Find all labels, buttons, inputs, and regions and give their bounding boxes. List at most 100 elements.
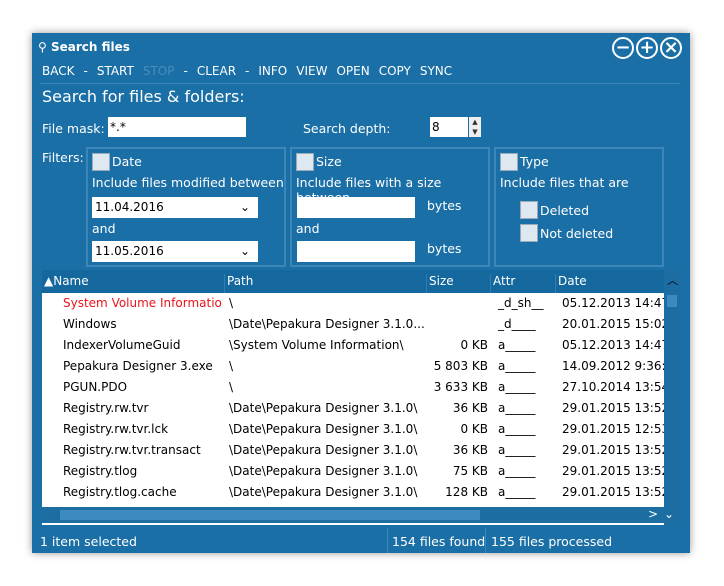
menu-start[interactable]: START	[97, 64, 134, 78]
menu-copy[interactable]: COPY	[379, 64, 411, 78]
menu-back[interactable]: BACK	[42, 64, 74, 78]
cell-date: 29.01.2015 13:52:	[562, 401, 664, 415]
scroll-up-icon[interactable]: ︿	[667, 272, 678, 288]
status-bar: 1 item selected 154 files found 155 file…	[32, 528, 690, 553]
search-depth-input[interactable]	[430, 117, 468, 137]
cell-attr: a_____	[498, 401, 536, 415]
page-heading: Search for files & folders:	[42, 87, 245, 106]
and-label: and	[92, 221, 116, 236]
cell-size: 36 KB	[452, 401, 488, 415]
scroll-thumb[interactable]	[60, 510, 480, 520]
column-size[interactable]: Size	[426, 274, 491, 293]
deleted-label: Deleted	[540, 203, 590, 218]
size-filter-panel: Size Include files with a size between b…	[290, 147, 490, 267]
date-filter-panel: Date Include files modified between 11.0…	[86, 147, 286, 267]
type-checkbox[interactable]	[500, 153, 518, 171]
cell-attr: a_____	[498, 422, 536, 436]
menu-separator: -	[183, 64, 188, 78]
cell-path: \Date\Pepakura Designer 3.1.0\	[229, 401, 418, 415]
date-checkbox[interactable]	[92, 153, 110, 171]
search-depth-spinner[interactable]: ▲ ▼	[469, 117, 481, 137]
cell-path: \	[229, 296, 234, 310]
bytes-label: bytes	[427, 241, 462, 256]
menu-stop[interactable]: STOP	[143, 64, 175, 78]
scroll-thumb[interactable]	[667, 295, 677, 307]
cell-attr: a_____	[498, 443, 536, 457]
search-depth-label: Search depth:	[303, 121, 391, 136]
column-date[interactable]: Date	[555, 274, 666, 293]
file-mask-input[interactable]	[108, 117, 246, 137]
chevron-down-icon: ⌄	[239, 200, 250, 214]
size-min-input[interactable]	[297, 197, 415, 218]
horizontal-scrollbar[interactable]: > ⌄	[42, 507, 680, 523]
table-row[interactable]: IndexerVolumeGuid \System Volume Informa…	[42, 335, 664, 356]
column-path[interactable]: Path	[224, 274, 427, 293]
cell-path: \System Volume Information\	[229, 338, 404, 352]
cell-name: Registry.rw.tvr.lck	[63, 422, 169, 436]
scroll-right-icon[interactable]: >	[648, 507, 658, 521]
cell-date: 05.12.2013 14:47:	[562, 296, 664, 310]
deleted-checkbox[interactable]	[520, 201, 538, 219]
cell-date: 14.09.2012 9:36:3	[562, 359, 664, 373]
cell-date: 20.01.2015 15:02:	[562, 317, 664, 331]
table-row[interactable]: Registry.tlog.cache \Date\Pepakura Desig…	[42, 482, 664, 503]
cell-attr: _d_sh__	[498, 296, 544, 310]
table-row[interactable]: PGUN.PDO \ 3 633 KB a_____ 27.10.2014 13…	[42, 377, 664, 398]
files-found-status: 154 files found	[392, 534, 486, 549]
date-to-select[interactable]: 11.05.2016 ⌄	[92, 241, 258, 262]
chevron-down-icon: ⌄	[239, 244, 250, 258]
menu-sync[interactable]: SYNC	[420, 64, 452, 78]
size-label: Size	[316, 154, 342, 169]
size-checkbox[interactable]	[296, 153, 314, 171]
cell-attr: _d____	[498, 317, 536, 331]
search-files-window: ⚲ Search files − + × BACK - START STOP - CLEA…	[32, 33, 690, 553]
column-attr[interactable]: Attr	[490, 274, 555, 293]
close-button[interactable]: ×	[660, 37, 682, 59]
cell-attr: a_____	[498, 359, 536, 373]
table-row[interactable]: Registry.rw.tvr.transact \Date\Pepakura …	[42, 440, 664, 461]
menu-open[interactable]: OPEN	[336, 64, 369, 78]
date-from-value: 11.04.2016	[95, 200, 164, 214]
cell-size: 128 KB	[445, 485, 488, 499]
table-row[interactable]: Registry.rw.tvr \Date\Pepakura Designer …	[42, 398, 664, 419]
cell-path: \Date\Pepakura Designer 3.1.0\	[229, 485, 418, 499]
not-deleted-checkbox[interactable]	[520, 224, 538, 242]
toolbar-menu: BACK - START STOP - CLEAR - INFO VIEW OPEN COPY SYN…	[42, 64, 461, 78]
cell-name: Registry.tlog	[63, 464, 138, 478]
cell-date: 29.01.2015 13:52:	[562, 443, 664, 457]
minimize-button[interactable]: −	[612, 37, 634, 59]
date-from-select[interactable]: 11.04.2016 ⌄	[92, 197, 258, 218]
cell-date: 05.12.2013 14:47:	[562, 338, 664, 352]
cell-name: Registry.tlog.cache	[63, 485, 177, 499]
size-max-input[interactable]	[297, 241, 415, 262]
and-label: and	[296, 221, 320, 236]
vertical-scrollbar[interactable]: ︿ ﹀	[664, 270, 680, 525]
maximize-icon: +	[639, 37, 655, 58]
menu-clear[interactable]: CLEAR	[197, 64, 236, 78]
menu-separator: -	[83, 64, 88, 78]
cell-name: Registry.rw.tvr	[63, 401, 149, 415]
selection-status: 1 item selected	[40, 534, 137, 549]
cell-name: PGUN.PDO	[63, 380, 128, 394]
menu-info[interactable]: INFO	[258, 64, 287, 78]
cell-name: IndexerVolumeGuid	[63, 338, 181, 352]
column-name[interactable]: ▲Name	[42, 274, 89, 293]
cell-name: System Volume Information	[63, 296, 223, 310]
search-icon: ⚲	[38, 40, 47, 54]
table-row[interactable]: System Volume Information \ _d_sh__ 05.1…	[42, 293, 664, 314]
cell-date: 29.01.2015 13:52:	[562, 464, 664, 478]
files-processed-status: 155 files processed	[491, 534, 613, 549]
close-icon: ×	[663, 37, 679, 58]
table-row[interactable]: Windows \Date\Pepakura Designer 3.1.0...…	[42, 314, 664, 335]
table-row[interactable]: Registry.rw.tvr.lck \Date\Pepakura Desig…	[42, 419, 664, 440]
menu-separator: -	[245, 64, 250, 78]
not-deleted-label: Not deleted	[540, 226, 614, 241]
cell-attr: a_____	[498, 338, 536, 352]
maximize-button[interactable]: +	[636, 37, 658, 59]
menu-view[interactable]: VIEW	[296, 64, 327, 78]
bytes-label: bytes	[427, 198, 462, 213]
table-row[interactable]: Pepakura Designer 3.exe \ 5 803 KB a____…	[42, 356, 664, 377]
scroll-down-icon[interactable]: ⌄	[664, 507, 674, 521]
table-row[interactable]: Registry.tlog \Date\Pepakura Designer 3.…	[42, 461, 664, 482]
results-table: ▲Name Path Size Attr Date System Volume …	[42, 270, 680, 525]
